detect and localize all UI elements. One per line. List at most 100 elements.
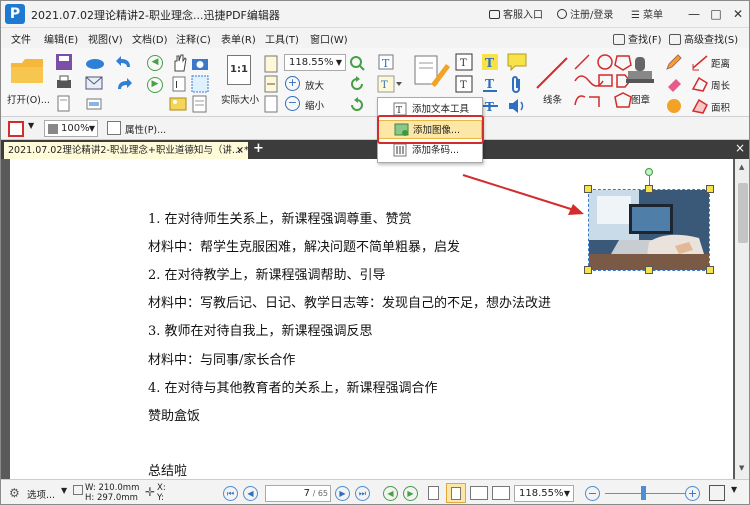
distance-icon[interactable] xyxy=(691,53,709,71)
menu-comment[interactable]: 注释(C) xyxy=(176,31,211,46)
menu-edit[interactable]: 编辑(E) xyxy=(44,31,78,46)
underline-text-icon[interactable]: T xyxy=(481,75,499,93)
fullscreen-icon[interactable] xyxy=(709,485,725,501)
open-button[interactable]: 打开(O)... xyxy=(7,92,50,106)
maximize-button[interactable]: □ xyxy=(707,5,725,23)
scan-icon[interactable] xyxy=(85,95,103,113)
continuous-page-button[interactable] xyxy=(446,483,466,503)
menu-document[interactable]: 文档(D) xyxy=(132,31,168,46)
facing-page-icon[interactable] xyxy=(470,486,488,500)
resize-handle[interactable] xyxy=(706,185,714,193)
redo-icon[interactable] xyxy=(115,77,133,93)
eraser-icon[interactable] xyxy=(665,75,683,93)
rotate-cw-icon[interactable] xyxy=(349,76,365,92)
stamp-icon[interactable] xyxy=(625,55,657,89)
page-icon[interactable] xyxy=(55,95,73,113)
next-page-button[interactable]: ▶ xyxy=(335,486,350,501)
single-page-icon[interactable] xyxy=(428,486,439,500)
tab-document[interactable]: 2021.07.02理论精讲2-职业理念+职业道德知与（讲... * × xyxy=(4,142,248,159)
history-forward-button[interactable]: ▶ xyxy=(403,486,418,501)
image-tool-icon[interactable] xyxy=(169,95,187,113)
minimize-button[interactable]: — xyxy=(685,5,703,23)
rotate-handle[interactable] xyxy=(645,168,653,176)
undo-icon[interactable] xyxy=(115,55,133,71)
area-icon[interactable] xyxy=(691,97,709,115)
resize-handle[interactable] xyxy=(584,185,592,193)
hand-tool-icon[interactable] xyxy=(171,53,187,73)
zoom-out-button[interactable]: − xyxy=(585,486,600,501)
status-zoom-select[interactable]: 118.55% ▼ xyxy=(514,485,574,502)
zoom-tool-icon[interactable] xyxy=(349,55,365,71)
line-tool-icon[interactable] xyxy=(533,55,571,91)
actual-size-button[interactable]: 实际大小 xyxy=(221,92,259,106)
attachment-icon[interactable] xyxy=(507,75,525,95)
resize-handle[interactable] xyxy=(706,266,714,274)
resize-handle[interactable] xyxy=(584,266,592,274)
first-page-button[interactable]: ⏮ xyxy=(223,486,238,501)
scroll-down-icon[interactable]: ▼ xyxy=(739,464,744,472)
chevron-down-icon[interactable]: ▼ xyxy=(731,485,737,494)
properties-button[interactable]: 属性(P)... xyxy=(125,122,166,136)
zoom-in-icon[interactable]: + xyxy=(285,76,300,91)
zoom-in-button[interactable]: 放大 xyxy=(305,78,324,92)
options-button[interactable]: 选项... xyxy=(27,487,55,501)
menu-file[interactable]: 文件 xyxy=(11,31,31,46)
print-icon[interactable] xyxy=(55,75,73,91)
stroke-color-swatch[interactable] xyxy=(8,121,24,137)
chevron-down-icon[interactable]: ▼ xyxy=(61,486,67,495)
strikeout-text-icon[interactable]: T xyxy=(481,97,499,115)
continuous-facing-icon[interactable] xyxy=(492,486,510,500)
login-button[interactable]: 注册/登录 xyxy=(557,6,613,21)
scroll-thumb[interactable] xyxy=(738,183,748,243)
text-box-icon[interactable]: T xyxy=(455,53,473,71)
actual-size-icon[interactable]: 1:1 xyxy=(227,55,251,85)
zoom-out-icon[interactable]: − xyxy=(285,96,300,111)
highlight-text-icon[interactable]: T xyxy=(481,53,499,71)
add-text-tool-icon[interactable]: T xyxy=(377,53,397,73)
forward-icon[interactable]: ▶ xyxy=(147,77,163,93)
vertical-scrollbar[interactable]: ▲ ▼ xyxy=(735,159,749,479)
folder-open-icon[interactable] xyxy=(9,55,45,87)
main-menu-button[interactable]: ☰ 菜单 xyxy=(631,6,663,21)
area-button[interactable]: 面积 xyxy=(711,100,730,114)
close-window-button[interactable]: ✕ xyxy=(729,5,747,23)
advanced-find-button[interactable]: 高级查找(S) xyxy=(669,31,738,46)
fit-width-icon[interactable] xyxy=(263,75,279,93)
menu-window[interactable]: 窗口(W) xyxy=(310,31,348,46)
resize-handle[interactable] xyxy=(645,266,653,274)
opacity-select[interactable]: 100% ▼ xyxy=(44,120,98,137)
rotate-ccw-icon[interactable] xyxy=(349,97,365,113)
last-page-button[interactable]: ⏭ xyxy=(355,486,370,501)
close-document-button[interactable]: × xyxy=(735,141,745,155)
save-icon[interactable] xyxy=(55,53,73,71)
pencil-icon[interactable] xyxy=(665,53,683,71)
inserted-image[interactable] xyxy=(588,189,710,271)
zoom-in-button[interactable]: + xyxy=(685,486,700,501)
resize-handle[interactable] xyxy=(645,185,653,193)
menu-form[interactable]: 表单(R) xyxy=(221,31,256,46)
pdf-page[interactable]: 1. 在对待师生关系上，新课程强调尊重、赞赏 材料中：帮学生克服困难，解决问题不… xyxy=(10,159,733,479)
gear-icon[interactable]: ⚙ xyxy=(9,486,20,500)
select-text-icon[interactable]: I xyxy=(171,75,187,93)
close-tab-icon[interactable]: × xyxy=(236,142,244,159)
zoom-out-button[interactable]: 缩小 xyxy=(305,98,324,112)
camera-icon[interactable] xyxy=(191,55,209,71)
fit-page-icon[interactable] xyxy=(263,55,279,73)
add-content-dropdown-icon[interactable]: T xyxy=(377,75,403,93)
find-button[interactable]: 查找(F) xyxy=(613,31,662,46)
mail-icon[interactable] xyxy=(85,75,103,91)
sound-icon[interactable] xyxy=(507,97,527,115)
perimeter-icon[interactable] xyxy=(691,75,709,93)
support-button[interactable]: 客服入口 xyxy=(489,6,543,21)
back-icon[interactable]: ◀ xyxy=(147,55,163,71)
history-back-button[interactable]: ◀ xyxy=(383,486,398,501)
new-tab-button[interactable]: + xyxy=(253,141,264,156)
zoom-slider-thumb[interactable] xyxy=(641,486,646,500)
distance-button[interactable]: 距离 xyxy=(711,56,730,70)
page-number-field[interactable]: 7 / 65 xyxy=(265,485,331,502)
menu-tools[interactable]: 工具(T) xyxy=(265,31,299,46)
zoom-select[interactable]: 118.55% ▼ xyxy=(284,54,346,71)
prev-page-button[interactable]: ◀ xyxy=(243,486,258,501)
document-list-icon[interactable] xyxy=(191,95,209,113)
fit-visible-icon[interactable] xyxy=(263,95,279,113)
